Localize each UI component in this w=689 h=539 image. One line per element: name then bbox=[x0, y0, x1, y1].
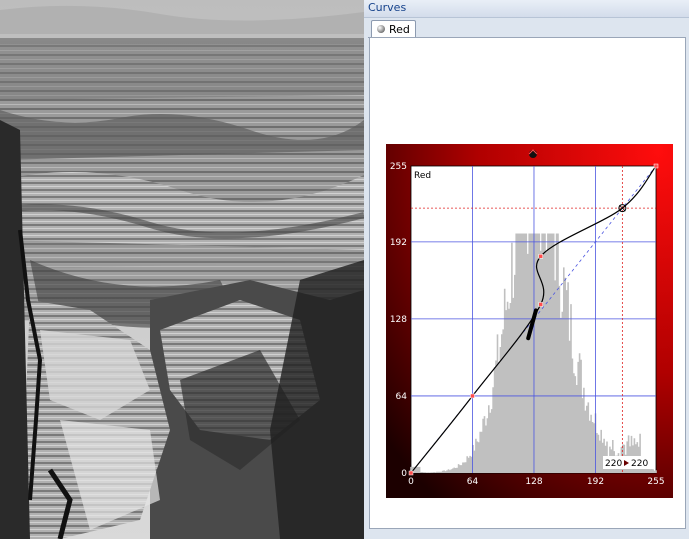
x-tick-label-255: 255 bbox=[647, 477, 664, 487]
curves-panel: Curves Red 0 0 64 64 128 128 192 192 255… bbox=[364, 0, 689, 539]
curve-editor[interactable]: 0 0 64 64 128 128 192 192 255 255 Red 220 220 bbox=[386, 144, 673, 498]
y-tick-label-192: 192 bbox=[390, 238, 407, 248]
y-tick-label-64: 64 bbox=[396, 392, 408, 402]
canyon-photo bbox=[0, 0, 364, 539]
channel-dot-icon bbox=[377, 25, 385, 33]
input-value: 220 bbox=[605, 459, 622, 469]
curve-channel-label: Red bbox=[414, 171, 431, 181]
x-tick-label-64: 64 bbox=[467, 477, 479, 487]
y-tick-label-255: 255 bbox=[390, 162, 407, 172]
curve-editor-svg[interactable]: 00 64 64 128 128 192 192 255 255 Red 220 220 bbox=[386, 144, 673, 498]
curves-content: 0 0 64 64 128 128 192 192 255 255 Red 220 220 bbox=[369, 37, 686, 529]
x-tick-label-0: 0 bbox=[408, 477, 414, 487]
tab-red[interactable]: Red bbox=[371, 20, 416, 38]
frame-handle-icon[interactable] bbox=[528, 149, 538, 158]
y-tick-label-128: 128 bbox=[390, 315, 407, 325]
x-tick-label-128: 128 bbox=[525, 477, 542, 487]
x-tick-label-192: 192 bbox=[587, 477, 604, 487]
channel-tabstrip: Red bbox=[368, 19, 685, 38]
control-point-2[interactable] bbox=[538, 302, 543, 307]
panel-titlebar: Curves bbox=[364, 0, 689, 18]
control-point-3[interactable] bbox=[538, 254, 543, 259]
tab-red-label: Red bbox=[389, 23, 410, 36]
preview-image bbox=[0, 0, 364, 539]
control-point-5[interactable] bbox=[653, 163, 659, 169]
panel-title: Curves bbox=[368, 1, 407, 14]
output-value: 220 bbox=[631, 459, 648, 469]
input-output-readout: 220 220 bbox=[603, 456, 653, 469]
y-tick-label-0: 0 bbox=[401, 469, 407, 479]
control-point-1[interactable] bbox=[470, 393, 475, 399]
control-point-0[interactable] bbox=[408, 470, 414, 476]
